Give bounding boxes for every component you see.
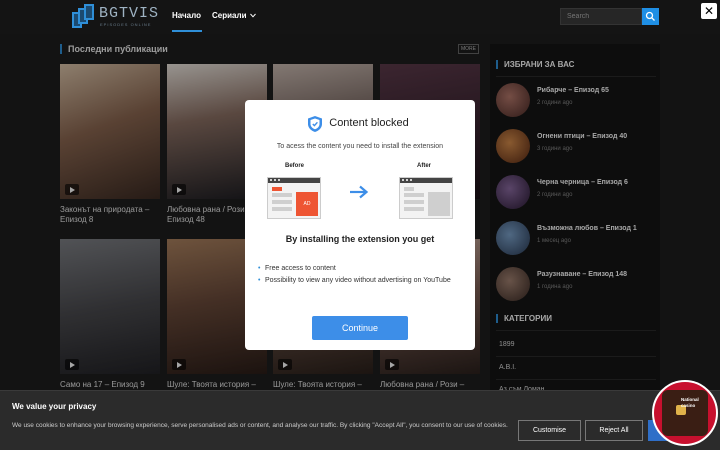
benefit-item: Free access to content	[258, 264, 458, 273]
continue-button[interactable]: Continue	[312, 316, 408, 340]
site-logo[interactable]: BGTVIS EPISODES ONLINE	[72, 4, 158, 30]
after-label: After	[417, 163, 432, 169]
modal-title: Content blocked	[329, 117, 409, 129]
close-icon[interactable]: ✕	[701, 3, 717, 19]
content-blocked-modal: Content blocked To acess the content you…	[245, 100, 475, 350]
reject-all-button[interactable]: Reject All	[585, 420, 643, 441]
chevron-down-icon	[249, 13, 256, 18]
nav-home[interactable]: Начало	[172, 11, 201, 20]
logo-mark-icon	[72, 4, 96, 30]
nav-series[interactable]: Сериали	[212, 11, 256, 20]
arrow-right-icon	[350, 185, 369, 199]
logo-subtitle: EPISODES ONLINE	[100, 22, 152, 27]
casino-ad-badge[interactable]: National casino	[652, 380, 718, 446]
nav-active-indicator	[172, 30, 202, 32]
logo-text: BGTVIS	[99, 5, 160, 22]
search-button[interactable]	[642, 8, 659, 25]
before-browser-illustration: AD	[267, 177, 321, 219]
cookie-title: We value your privacy	[12, 402, 97, 411]
casino-ad-label: National casino	[681, 397, 699, 408]
cookie-text: We use cookies to enhance your browsing …	[12, 422, 508, 429]
modal-subtitle: To acess the content you need to install…	[276, 143, 444, 150]
modal-benefits-heading: By installing the extension you get	[285, 234, 435, 244]
cookie-banner: We value your privacy We use cookies to …	[0, 390, 720, 450]
before-label: Before	[285, 163, 305, 169]
nav-series-label: Сериали	[212, 11, 247, 20]
benefit-item: Possibility to view any video without ad…	[258, 276, 458, 285]
after-browser-illustration	[399, 177, 453, 219]
search-icon	[645, 11, 655, 21]
site-header: BGTVIS EPISODES ONLINE Начало Сериали	[0, 0, 720, 34]
search-input[interactable]	[560, 8, 642, 25]
ad-block: AD	[296, 192, 318, 216]
customise-button[interactable]: Customise	[518, 420, 581, 441]
